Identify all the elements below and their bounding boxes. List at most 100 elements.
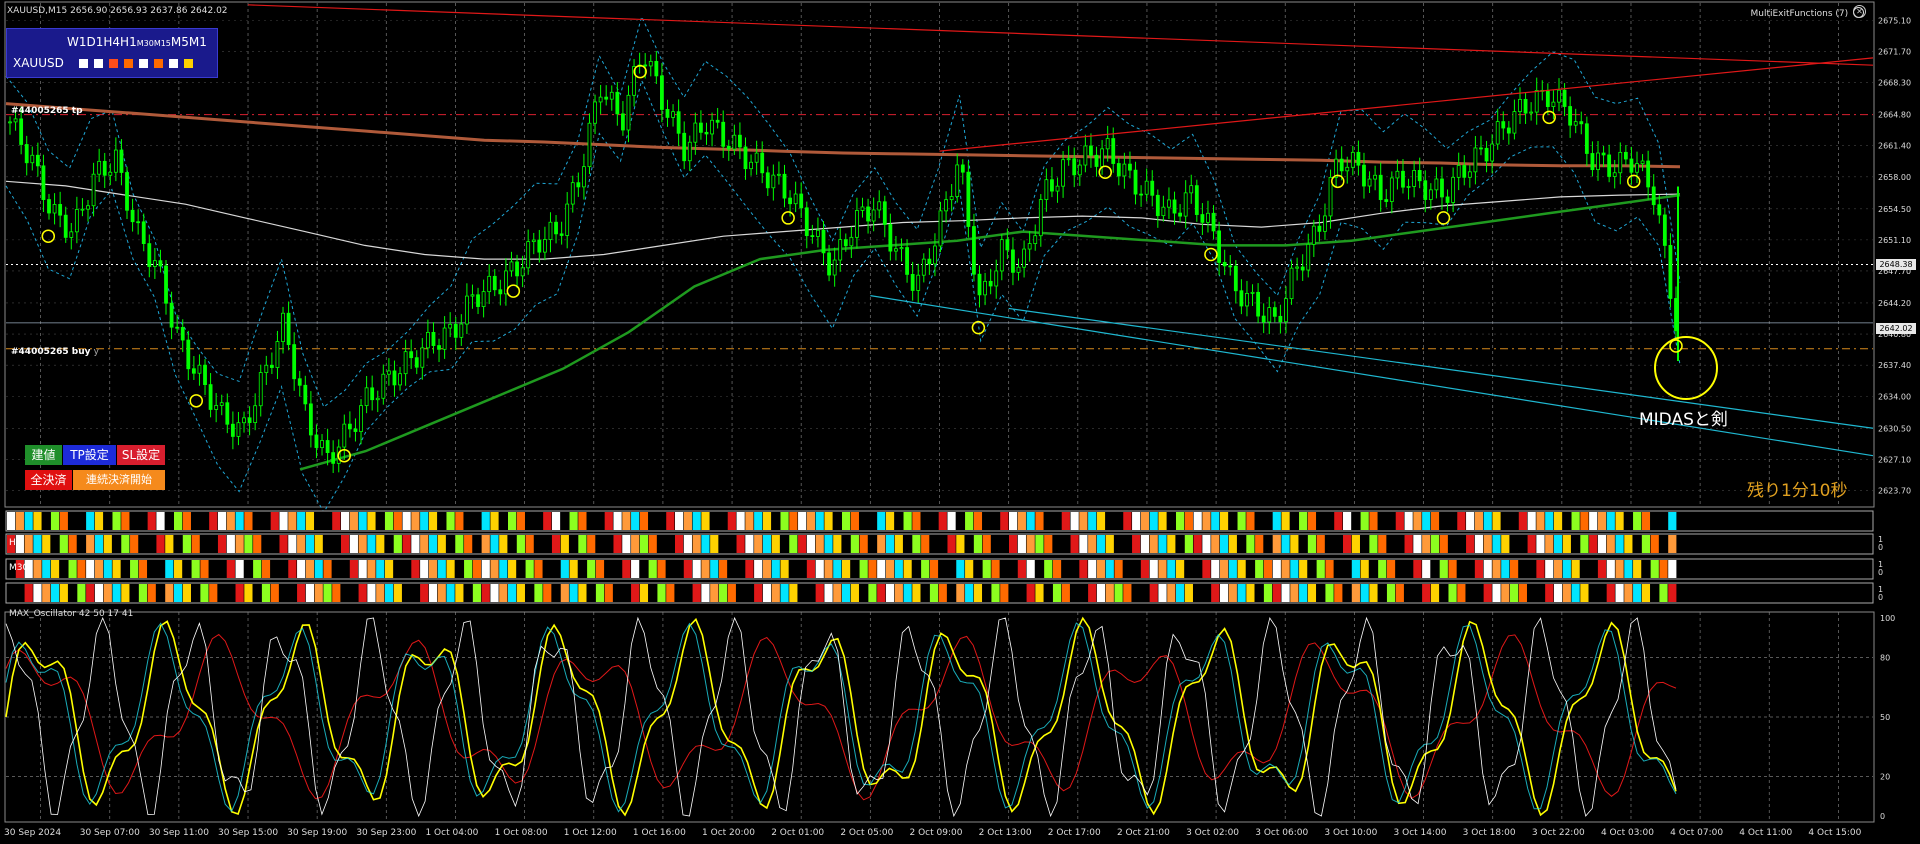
candle-body <box>899 247 904 250</box>
signal-cell <box>1413 512 1422 530</box>
signal-cell <box>850 584 859 602</box>
signal-cell <box>692 512 701 530</box>
signal-cell <box>367 584 376 602</box>
signal-cell <box>1492 512 1501 530</box>
candle-body <box>966 171 971 227</box>
signal-cell <box>138 584 148 602</box>
time-tick-label: 3 Oct 06:00 <box>1255 828 1308 838</box>
signal-cell <box>156 512 165 530</box>
signal-cell <box>1624 584 1633 602</box>
signal-cell <box>1070 535 1079 553</box>
signal-cell <box>1518 584 1527 602</box>
candle-body <box>1217 230 1222 263</box>
buy-line-label[interactable]: #44005265 buy y <box>11 347 99 357</box>
signal-cell <box>604 512 613 530</box>
candle-body <box>147 243 152 267</box>
signal-cell <box>24 512 33 530</box>
candle-body <box>1083 145 1088 166</box>
signal-cell <box>543 584 552 602</box>
candle-body <box>704 131 709 135</box>
signal-cell <box>226 512 235 530</box>
signal-cell <box>1448 584 1457 602</box>
signal-cell <box>1668 512 1677 530</box>
candle-body <box>13 118 18 123</box>
signal-cell <box>973 584 983 602</box>
tp-line-label[interactable]: #44005265 tp <box>11 106 83 116</box>
sl-set-button[interactable]: SL設定 <box>117 445 165 465</box>
signal-cell <box>305 512 315 530</box>
candle-body <box>1005 239 1010 251</box>
close-icon[interactable]: ✕ <box>1853 5 1866 18</box>
candle-body <box>1395 170 1400 179</box>
close-all-button[interactable]: 全決済 <box>25 470 72 490</box>
price-tick-label: 2623.70 <box>1878 486 1911 495</box>
signal-cell <box>921 560 930 578</box>
signal-cell <box>692 560 701 578</box>
signal-cell <box>112 584 121 602</box>
signal-cell <box>1545 584 1554 602</box>
candle-body <box>576 182 581 188</box>
signal-cell <box>1360 560 1369 578</box>
timeframe-status-boxes <box>79 59 193 68</box>
candle-body <box>1133 169 1138 195</box>
candle-body <box>1350 151 1355 168</box>
candle-body <box>938 210 943 247</box>
candle-body <box>498 289 503 295</box>
candle-body <box>1033 235 1038 244</box>
candle-body <box>41 165 46 200</box>
candle-body <box>203 364 207 385</box>
candle-body <box>1116 163 1121 177</box>
time-tick-label: 30 Sep 19:00 <box>287 828 347 838</box>
signal-cell <box>516 584 525 602</box>
timeframe-label-h1: H1 <box>120 35 137 49</box>
candle-body <box>520 267 525 277</box>
signal-cell <box>174 560 183 578</box>
signal-cell <box>1079 535 1088 553</box>
signal-cell <box>683 535 692 553</box>
signal-cell <box>1079 512 1088 530</box>
timeframe-label-h4: H4 <box>103 35 121 49</box>
signal-cell <box>437 584 446 602</box>
signal-cell <box>534 584 543 602</box>
signal-cell <box>244 535 253 553</box>
signal-cell <box>1334 512 1343 530</box>
signal-cell <box>921 535 930 553</box>
price-tick-label: 2664.80 <box>1878 111 1911 120</box>
candle-body <box>1462 165 1467 178</box>
candle-body <box>1189 185 1194 194</box>
candle-body <box>604 96 609 100</box>
signal-cell <box>1009 512 1018 530</box>
signal-cell <box>947 535 956 553</box>
signal-cell <box>894 584 903 602</box>
price-tick-label: 2668.30 <box>1878 79 1911 88</box>
signal-cell <box>1483 560 1492 578</box>
signal-cell <box>1158 584 1167 602</box>
time-tick-label: 4 Oct 03:00 <box>1601 828 1654 838</box>
candle-body <box>944 199 948 212</box>
signal-cell <box>780 584 789 602</box>
signal-cell <box>490 535 499 553</box>
candle-body <box>882 201 887 225</box>
candle-body <box>381 373 386 399</box>
signal-cell <box>1281 535 1290 553</box>
signal-cell <box>1096 560 1106 578</box>
signal-cell <box>323 560 332 578</box>
indicator-label[interactable]: MultiExitFunctions (7) <box>1751 7 1864 19</box>
chain-close-button[interactable]: 連続決済開始 <box>73 470 165 490</box>
candle-body <box>1512 111 1517 134</box>
candle-body <box>1473 147 1478 173</box>
candle-body <box>693 122 698 143</box>
signal-cell <box>1255 535 1264 553</box>
signal-cell <box>1219 584 1229 602</box>
signal-cell <box>77 560 86 578</box>
chart-canvas[interactable]: 2671.70 2668.30 2664.80 2661.40 2658.00 2654.… <box>0 0 1920 844</box>
signal-cell <box>1589 512 1598 530</box>
candle-body <box>297 378 302 386</box>
signal-cell <box>789 535 798 553</box>
signal-cell <box>1571 512 1580 530</box>
breakeven-button[interactable]: 建値 <box>25 445 62 465</box>
time-tick-label: 2 Oct 21:00 <box>1117 828 1170 838</box>
timeframe-status-box <box>184 59 193 68</box>
signal-cell <box>499 560 508 578</box>
tp-set-button[interactable]: TP設定 <box>63 445 116 465</box>
